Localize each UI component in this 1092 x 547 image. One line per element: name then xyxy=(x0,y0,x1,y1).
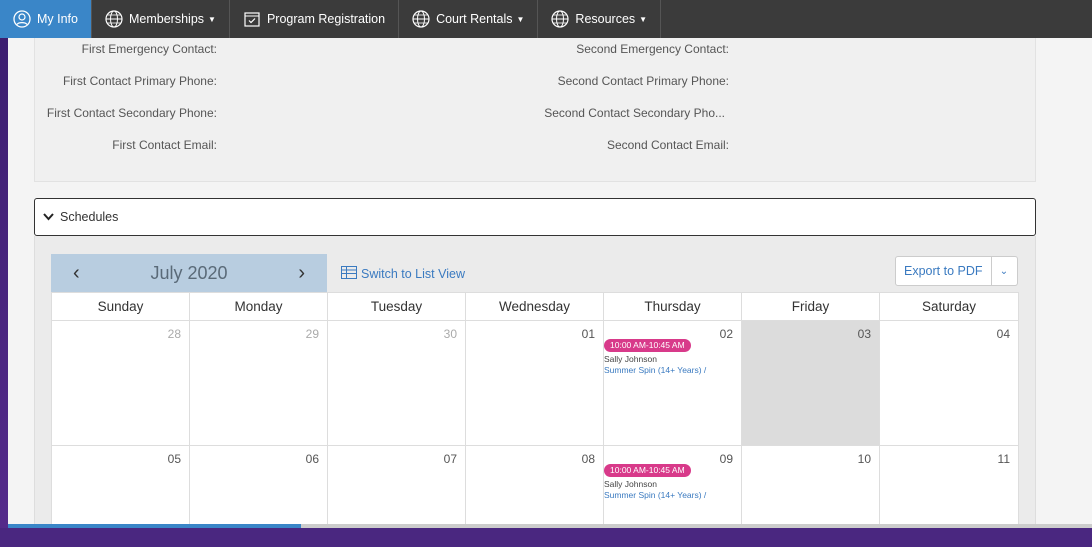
background-band xyxy=(0,528,1092,547)
calendar-day[interactable]: 30 xyxy=(328,321,466,445)
second-email-label: Second Contact Email: xyxy=(606,138,729,152)
emergency-contacts-section: First Emergency Contact: First Contact P… xyxy=(34,38,1036,182)
day-number: 29 xyxy=(305,327,319,341)
globe-icon xyxy=(412,10,430,28)
next-month-icon[interactable]: › xyxy=(298,262,305,285)
top-nav: My Info Memberships ▼ Program Registrati… xyxy=(0,0,1092,38)
second-emergency-contact-label: Second Emergency Contact: xyxy=(576,42,729,56)
nav-label: Program Registration xyxy=(266,12,386,26)
event-time-badge: 10:00 AM-10:45 AM xyxy=(604,339,691,352)
nav-court-rentals[interactable]: Court Rentals ▼ xyxy=(399,0,539,38)
day-number: 03 xyxy=(857,327,871,341)
nav-my-info[interactable]: My Info xyxy=(0,0,92,38)
export-button-group: Export to PDF ⌄ xyxy=(895,256,1018,286)
event-program-link[interactable]: Summer Spin (14+ Years) / xyxy=(604,490,706,500)
caret-down-icon: ▼ xyxy=(639,14,648,24)
calendar-day[interactable]: 29 xyxy=(190,321,328,445)
calendar-day[interactable]: 28 xyxy=(52,321,190,445)
export-to-pdf-button[interactable]: Export to PDF xyxy=(896,257,991,285)
month-navigator: ‹ July 2020 › xyxy=(51,254,327,292)
weekday-label: Monday xyxy=(190,293,328,320)
caret-down-icon: ▼ xyxy=(516,14,525,24)
nav-label: Resources xyxy=(575,12,636,26)
day-number: 11 xyxy=(997,452,1010,466)
globe-icon xyxy=(105,10,123,28)
event-program-link[interactable]: Summer Spin (14+ Years) / xyxy=(604,365,706,375)
day-number: 08 xyxy=(581,452,595,466)
nav-program-registration[interactable]: Program Registration xyxy=(230,0,400,38)
prev-month-icon[interactable]: ‹ xyxy=(73,262,80,285)
day-number: 04 xyxy=(996,327,1010,341)
weekday-header: Sunday Monday Tuesday Wednesday Thursday… xyxy=(52,293,1018,321)
nav-label: Court Rentals xyxy=(436,12,513,26)
event-participant: Sally Johnson xyxy=(604,479,657,489)
caret-down-icon: ▼ xyxy=(208,14,216,24)
table-icon xyxy=(341,266,357,282)
second-primary-phone-label: Second Contact Primary Phone: xyxy=(557,74,729,88)
schedules-toggle[interactable]: Schedules xyxy=(34,198,1036,236)
calendar-event[interactable]: 10:00 AM-10:45 AM Sally Johnson Summer S… xyxy=(604,464,706,501)
switch-to-list-view-link[interactable]: Switch to List View xyxy=(341,266,465,282)
second-secondary-phone-label: Second Contact Secondary Pho... xyxy=(544,106,725,120)
first-email-label: First Contact Email: xyxy=(112,138,217,152)
export-dropdown-button[interactable]: ⌄ xyxy=(990,257,1017,285)
weekday-label: Sunday xyxy=(52,293,190,320)
weekday-label: Friday xyxy=(742,293,880,320)
calendar-grid: Sunday Monday Tuesday Wednesday Thursday… xyxy=(51,292,1019,547)
weekday-label: Saturday xyxy=(921,299,977,314)
day-number: 10 xyxy=(857,452,871,466)
nav-label: Memberships xyxy=(129,12,205,26)
day-number: 07 xyxy=(443,452,457,466)
day-number: 05 xyxy=(167,452,181,466)
day-number: 09 xyxy=(719,452,733,466)
calendar-day[interactable]: 04 xyxy=(880,321,1018,445)
nav-memberships[interactable]: Memberships ▼ xyxy=(92,0,230,38)
month-title: July 2020 xyxy=(150,262,228,283)
day-number: 02 xyxy=(719,327,733,341)
weekday-label: Tuesday xyxy=(328,293,466,320)
main-content: First Emergency Contact: First Contact P… xyxy=(8,38,1092,547)
user-circle-icon xyxy=(13,10,31,28)
schedules-title: Schedules xyxy=(60,210,119,224)
event-participant: Sally Johnson xyxy=(604,354,657,364)
weekday-label: Wednesday xyxy=(466,293,604,320)
chevron-down-icon: ⌄ xyxy=(999,265,1009,277)
calendar-day-today[interactable]: 03 xyxy=(742,321,880,445)
globe-icon xyxy=(551,10,570,28)
first-emergency-contact-label: First Emergency Contact: xyxy=(81,42,217,56)
calendar-week-row: 28 29 30 01 02 10:00 AM-10:45 AM Sally J… xyxy=(52,321,1018,446)
weekday-label: Thursday xyxy=(604,293,742,320)
nav-label: My Info xyxy=(37,12,78,26)
event-time-badge: 10:00 AM-10:45 AM xyxy=(604,464,691,477)
calendar-day[interactable]: 01 xyxy=(466,321,604,445)
chevron-down-icon xyxy=(43,210,54,224)
day-number: 30 xyxy=(443,327,457,341)
day-number: 01 xyxy=(581,327,595,341)
schedules-panel: ‹ July 2020 › Switch to List View Export… xyxy=(34,236,1036,547)
nav-resources[interactable]: Resources ▼ xyxy=(538,0,662,38)
day-number: 28 xyxy=(167,327,181,341)
first-primary-phone-label: First Contact Primary Phone: xyxy=(62,74,217,88)
calendar-check-icon xyxy=(243,10,261,28)
calendar-event[interactable]: 10:00 AM-10:45 AM Sally Johnson Summer S… xyxy=(604,339,706,376)
calendar-day[interactable]: 02 10:00 AM-10:45 AM Sally Johnson Summe… xyxy=(604,321,742,445)
first-secondary-phone-label: First Contact Secondary Phone: xyxy=(46,106,217,120)
switch-view-label: Switch to List View xyxy=(361,267,465,281)
day-number: 06 xyxy=(305,452,319,466)
